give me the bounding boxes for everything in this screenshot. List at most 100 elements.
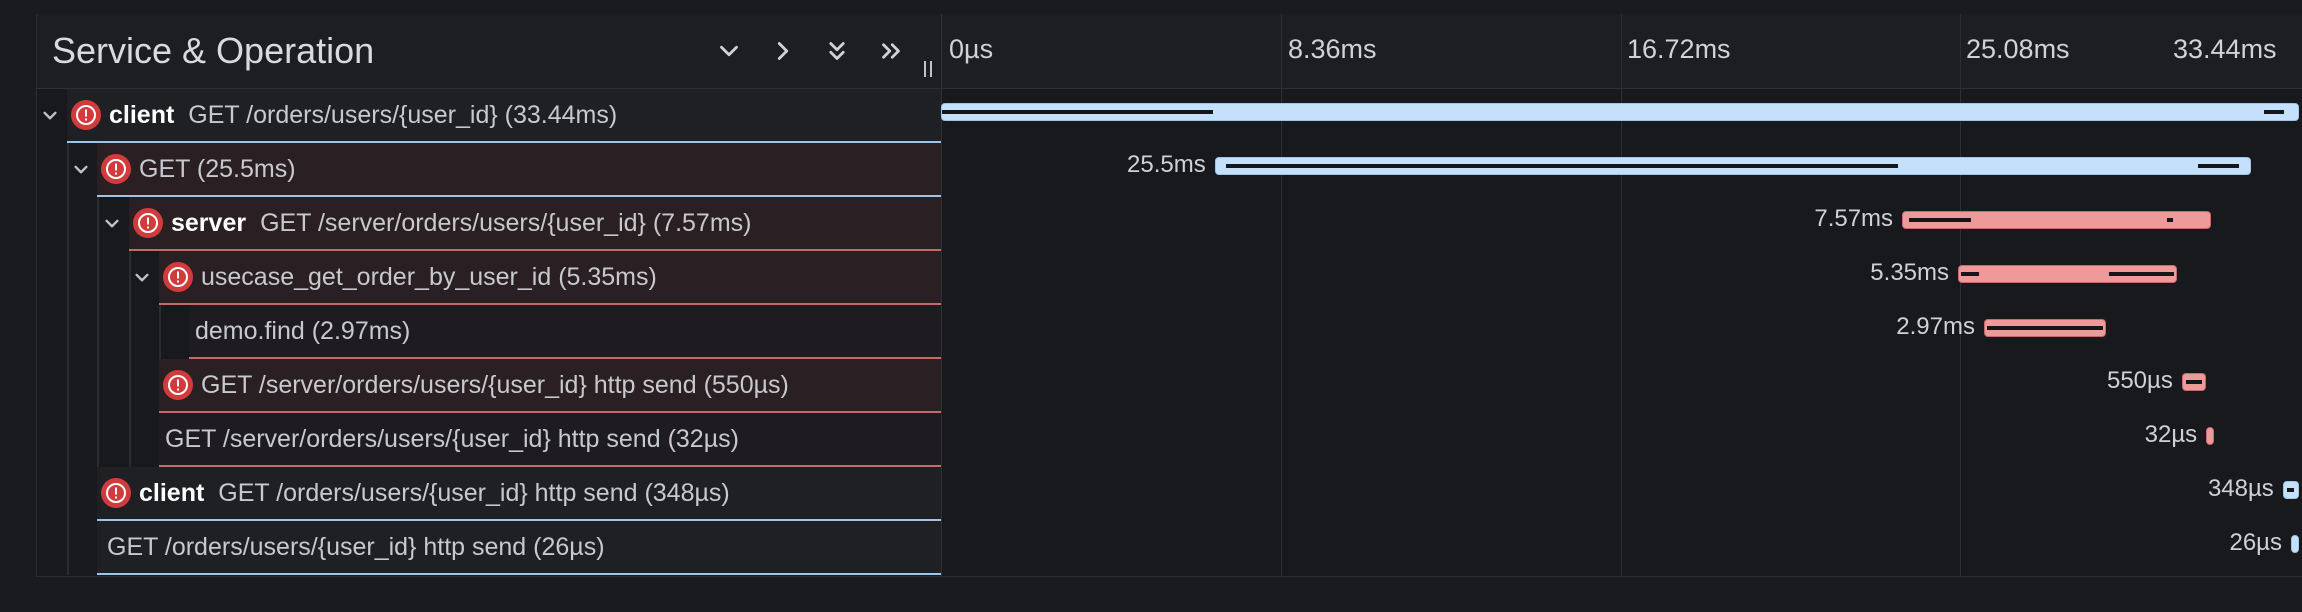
tree-guide: [67, 521, 69, 575]
span-bar-segment: [942, 110, 1214, 114]
tree-guide: [67, 359, 69, 413]
operation-name: GET (25.5ms): [139, 154, 296, 183]
span-row[interactable]: GET /server/orders/users/{user_id} http …: [37, 413, 941, 467]
tick-label: 16.72ms: [1627, 34, 1731, 64]
tree-guide: [129, 305, 131, 359]
span-duration: 7.57ms: [1814, 205, 1894, 232]
span-bar-segment: [2167, 218, 2174, 222]
operation-name: GET /server/orders/users/{user_id} http …: [165, 424, 739, 453]
expand-one-button[interactable]: [763, 32, 803, 70]
service-name: client: [139, 478, 205, 507]
span-toggle[interactable]: [37, 102, 63, 128]
collapse-all-button[interactable]: [817, 32, 857, 70]
chevron-right-icon: [777, 42, 789, 60]
tree-guide: [97, 413, 99, 467]
operation-name: usecase_get_order_by_user_id (5.35ms): [201, 262, 657, 291]
error-icon: [71, 100, 101, 130]
chevron-down-icon: [74, 165, 88, 174]
operation-name: GET /orders/users/{user_id} (33.44ms): [188, 100, 618, 129]
tick-label: 8.36ms: [1288, 34, 1377, 64]
chevron-down-icon: [43, 111, 57, 120]
service-name: client: [109, 100, 175, 129]
double-chevron-down-icon: [829, 42, 845, 60]
span-label: GET /server/orders/users/{user_id} http …: [159, 359, 941, 413]
span-duration: 25.5ms: [1127, 151, 1206, 178]
operation-name: GET /orders/users/{user_id} http send (2…: [107, 532, 605, 561]
column-title: Service & Operation: [52, 30, 375, 71]
tree-guide: [159, 305, 161, 359]
span-bar-segment: [2198, 164, 2240, 168]
tree-guide: [129, 413, 131, 467]
error-icon: [101, 478, 131, 508]
span-bar[interactable]: [1959, 266, 2176, 282]
span-label: GET (25.5ms): [97, 143, 941, 197]
span-duration: 550µs: [2106, 367, 2173, 394]
tree-guide: [97, 305, 99, 359]
span-bar[interactable]: [2292, 536, 2298, 552]
span-row[interactable]: GET /orders/users/{user_id} http send (2…: [37, 521, 941, 575]
tree-guide: [67, 413, 69, 467]
tree-guide: [67, 467, 69, 521]
tree-guide: [67, 197, 69, 251]
span-label: client GET /orders/users/{user_id} (33.4…: [67, 89, 941, 143]
chevron-down-icon: [135, 273, 149, 282]
operation-name: GET /server/orders/users/{user_id} http …: [201, 370, 789, 399]
tree-guide: [129, 359, 131, 413]
span-row[interactable]: usecase_get_order_by_user_id (5.35ms): [37, 251, 941, 305]
error-icon: [101, 154, 131, 184]
span-label: server GET /server/orders/users/{user_id…: [129, 197, 941, 251]
span-bar-segment: [1909, 218, 1971, 222]
chevron-down-icon: [105, 219, 119, 228]
span-duration: 32µs: [2144, 421, 2198, 448]
span-bar[interactable]: [2207, 428, 2214, 444]
span-bar-segment: [1987, 326, 2103, 330]
span-row[interactable]: client GET /orders/users/{user_id} http …: [37, 467, 941, 521]
expand-all-button[interactable]: [871, 32, 911, 70]
trace-panel: Service & Operation 0µs 8.36ms 16.72ms 2…: [36, 14, 2302, 577]
tree-guide: [67, 251, 69, 305]
span-duration: 26µs: [2229, 529, 2282, 556]
span-bar-segment: [2108, 272, 2174, 276]
span-bar[interactable]: [1903, 212, 2210, 228]
span-bar[interactable]: [942, 104, 2298, 120]
double-chevron-right-icon: [882, 43, 900, 59]
tree-guide: [97, 251, 99, 305]
resize-handle-icon[interactable]: [921, 58, 935, 80]
span-bar[interactable]: [1984, 320, 2106, 336]
operation-name: demo.find (2.97ms): [195, 316, 411, 345]
service-name: server: [171, 208, 247, 237]
tree-guide: [67, 305, 69, 359]
span-label: demo.find (2.97ms): [189, 305, 941, 359]
error-icon: [133, 208, 163, 238]
trace-header: Service & Operation 0µs 8.36ms 16.72ms 2…: [37, 14, 2302, 89]
span-bar[interactable]: [2283, 482, 2298, 498]
operation-name: GET /orders/users/{user_id} http send (3…: [218, 478, 730, 507]
span-toggle[interactable]: [129, 264, 155, 290]
collapse-one-button[interactable]: [709, 32, 749, 70]
span-label: client GET /orders/users/{user_id} http …: [97, 467, 941, 521]
span-bar-segment: [1961, 272, 1979, 276]
span-duration: 348µs: [2207, 475, 2274, 502]
span-bar[interactable]: [1215, 158, 2250, 174]
span-row[interactable]: demo.find (2.97ms): [37, 305, 941, 359]
span-row[interactable]: GET /server/orders/users/{user_id} http …: [37, 359, 941, 413]
tick-label: 33.44ms: [2173, 34, 2277, 64]
span-bar[interactable]: [2182, 374, 2206, 390]
operation-name: GET /server/orders/users/{user_id} (7.57…: [260, 208, 752, 237]
span-bar-segment: [2186, 380, 2202, 384]
span-toggle[interactable]: [68, 156, 94, 182]
span-row[interactable]: client GET /orders/users/{user_id} (33.4…: [37, 89, 941, 143]
span-label: GET /orders/users/{user_id} http send (2…: [97, 521, 941, 575]
tick-label: 0µs: [949, 34, 994, 64]
span-bar-segment: [1226, 164, 1899, 168]
span-toggle[interactable]: [99, 210, 125, 236]
error-icon: [163, 262, 193, 292]
span-duration: 5.35ms: [1870, 259, 1949, 286]
span-bar-segment: [2264, 110, 2285, 114]
span-label: GET /server/orders/users/{user_id} http …: [159, 413, 941, 467]
span-row[interactable]: GET (25.5ms): [37, 143, 941, 197]
span-row[interactable]: server GET /server/orders/users/{user_id…: [37, 197, 941, 251]
tick-label: 25.08ms: [1966, 34, 2070, 64]
chevron-down-icon: [720, 45, 738, 57]
span-label: usecase_get_order_by_user_id (5.35ms): [159, 251, 941, 305]
